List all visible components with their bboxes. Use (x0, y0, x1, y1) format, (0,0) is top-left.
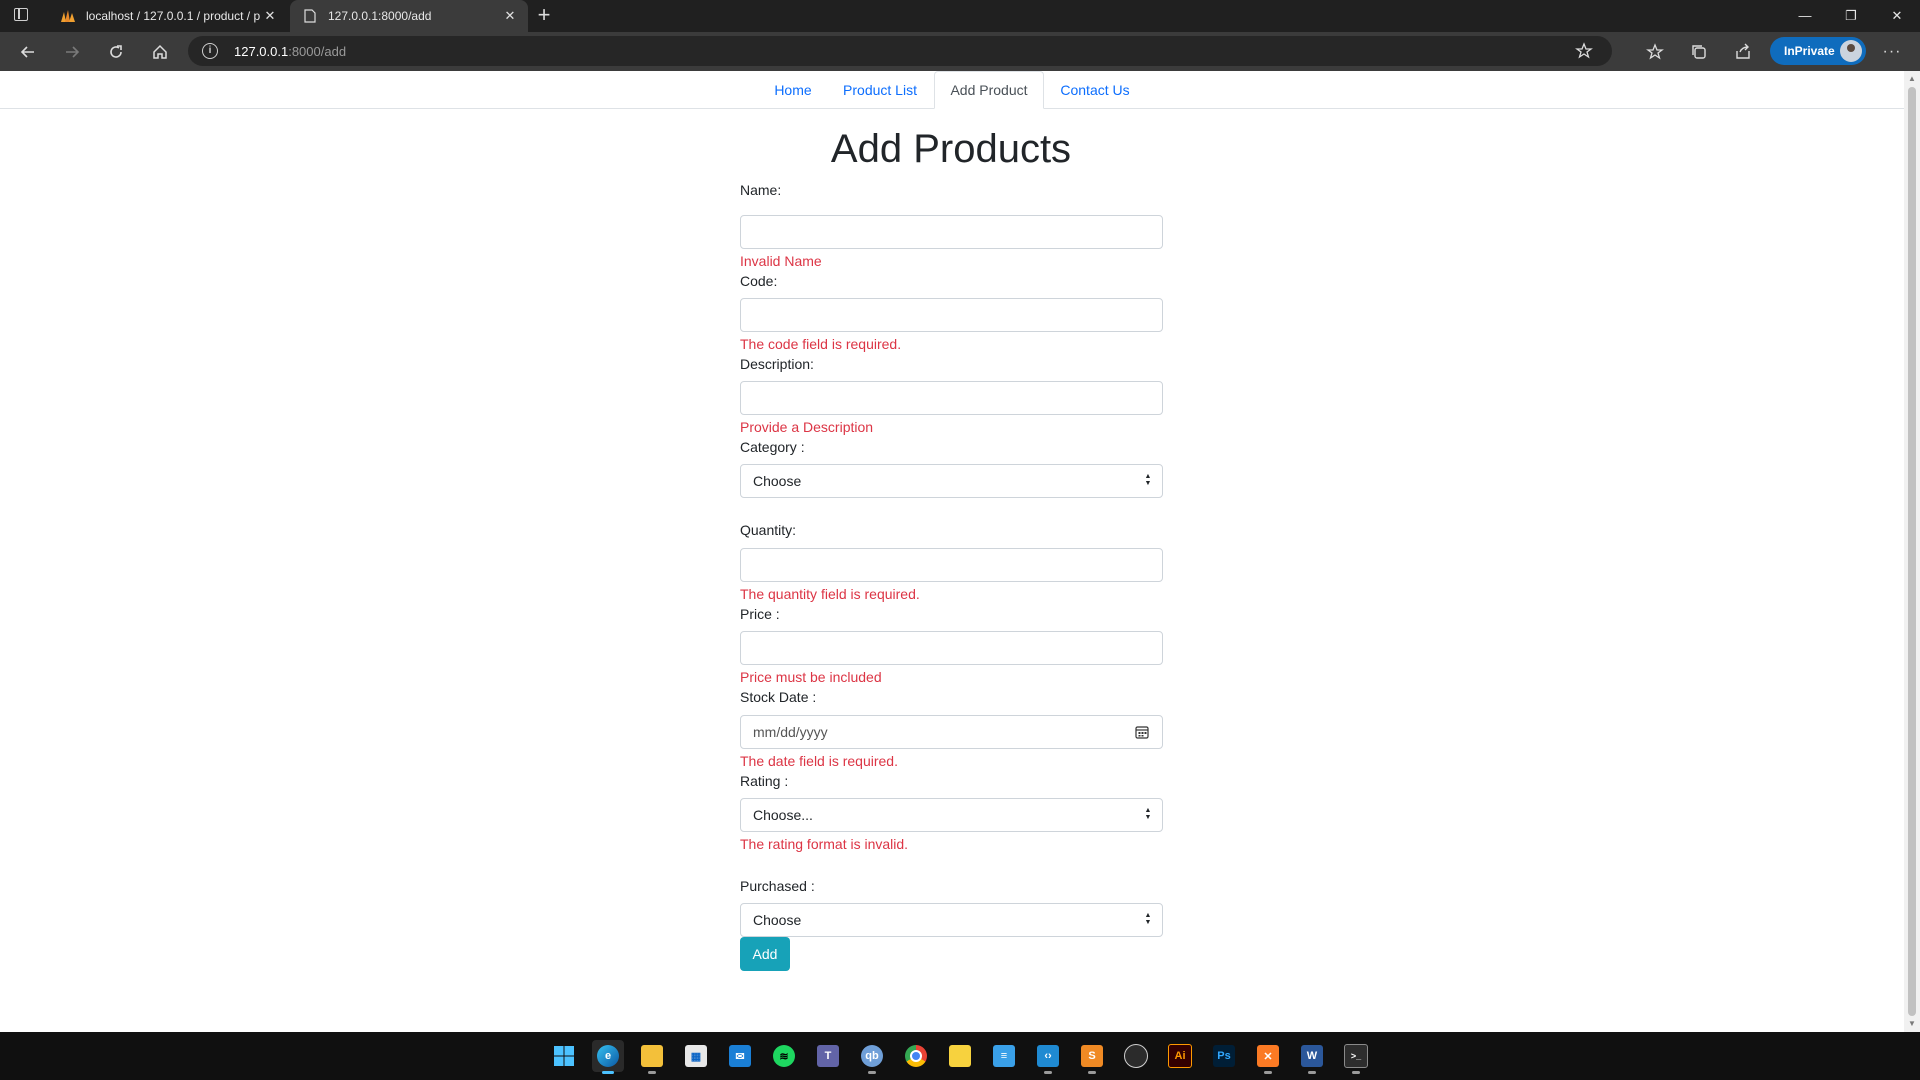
url-host: 127.0.0.1 (234, 43, 289, 59)
stock-date-error: The date field is required. (740, 753, 898, 769)
terminal-icon[interactable]: >_ (1340, 1040, 1372, 1074)
close-tab-icon[interactable]: ✕ (262, 8, 278, 24)
browser-tab-bar: localhost / 127.0.0.1 / product / p ✕ 12… (0, 0, 1920, 32)
code-input[interactable] (740, 298, 1163, 332)
code-label: Code: (740, 273, 778, 289)
nav-add-product[interactable]: Add Product (934, 71, 1044, 109)
nav-home[interactable]: Home (762, 71, 824, 108)
notepad-icon[interactable]: ≡ (988, 1040, 1020, 1072)
illustrator-icon[interactable]: Ai (1164, 1040, 1196, 1072)
browser-tab-phpmyadmin[interactable]: localhost / 127.0.0.1 / product / p ✕ (48, 0, 288, 32)
sublime-text-icon[interactable]: S (1076, 1040, 1108, 1074)
price-label: Price : (740, 606, 780, 622)
name-error: Invalid Name (740, 253, 822, 269)
windows-taskbar: e ▦ ✉ ≋ T qb ≡ ‹› S Ai Ps ✕ W >_ (0, 1032, 1920, 1080)
xampp-icon[interactable]: ✕ (1252, 1040, 1284, 1074)
new-tab-button[interactable]: + (532, 4, 556, 28)
url-path: :8000/add (288, 43, 347, 59)
quantity-label: Quantity: (740, 522, 797, 538)
nav-tabs: Home Product List Add Product Contact Us (0, 71, 1904, 109)
nav-contact-us[interactable]: Contact Us (1050, 71, 1140, 108)
code-error: The code field is required. (740, 336, 902, 352)
mail-icon[interactable]: ✉ (724, 1040, 756, 1072)
forward-icon[interactable] (60, 40, 84, 64)
page-scrollbar[interactable]: ▲ ▼ (1904, 71, 1920, 1032)
add-button[interactable]: Add (740, 937, 790, 971)
price-error: Price must be included (740, 669, 882, 685)
minimize-icon[interactable]: — (1782, 0, 1828, 32)
browser-tab-add[interactable]: 127.0.0.1:8000/add ✕ (290, 0, 528, 32)
tab-title: localhost / 127.0.0.1 / product / p (86, 9, 261, 23)
sticky-notes-icon[interactable] (944, 1040, 976, 1072)
page-viewport: Home Product List Add Product Contact Us… (0, 71, 1904, 1032)
scroll-up-icon[interactable]: ▲ (1904, 71, 1920, 87)
purchased-selected-value: Choose (753, 912, 802, 928)
teams-icon[interactable]: T (812, 1040, 844, 1072)
browser-toolbar: i 127.0.0.1:8000/add InPrivate ··· (0, 32, 1920, 71)
windows-start-icon[interactable] (548, 1040, 580, 1072)
description-input[interactable] (740, 381, 1163, 415)
page-icon (302, 8, 318, 24)
purchased-label: Purchased : (740, 878, 815, 894)
stock-date-input[interactable]: mm/dd/yyyy (740, 715, 1163, 749)
vscode-icon[interactable]: ‹› (1032, 1040, 1064, 1074)
inprivate-button[interactable]: InPrivate (1770, 37, 1866, 65)
purchased-select[interactable]: Choose ▲ ▼ (740, 903, 1163, 937)
restore-icon[interactable]: ❐ (1828, 0, 1874, 32)
add-favorite-icon[interactable] (1572, 39, 1596, 63)
favorites-icon[interactable] (1643, 40, 1667, 64)
calendar-icon[interactable] (1135, 725, 1149, 739)
description-error: Provide a Description (740, 419, 874, 435)
close-tab-icon[interactable]: ✕ (502, 8, 518, 24)
stock-date-label: Stock Date : (740, 689, 817, 705)
scroll-down-icon[interactable]: ▼ (1904, 1016, 1920, 1032)
share-icon[interactable] (1731, 40, 1755, 64)
name-input[interactable] (740, 215, 1163, 249)
address-bar[interactable]: i 127.0.0.1:8000/add (188, 36, 1612, 66)
refresh-icon[interactable] (104, 40, 128, 64)
inprivate-label: InPrivate (1784, 44, 1835, 58)
phpmyadmin-icon (60, 8, 76, 24)
price-input[interactable] (740, 631, 1163, 665)
profile-avatar-icon (1840, 40, 1862, 62)
tab-title: 127.0.0.1:8000/add (328, 9, 432, 23)
description-label: Description: (740, 356, 814, 372)
nav-product-list[interactable]: Product List (832, 71, 928, 108)
window-close-icon[interactable]: ✕ (1874, 0, 1920, 32)
select-caret-icon: ▲ ▼ (1144, 473, 1152, 487)
rating-select[interactable]: Choose... ▲ ▼ (740, 798, 1163, 832)
select-caret-icon: ▲ ▼ (1144, 912, 1152, 926)
back-icon[interactable] (16, 40, 40, 64)
rating-label: Rating : (740, 773, 789, 789)
quantity-error: The quantity field is required. (740, 586, 920, 602)
word-icon[interactable]: W (1296, 1040, 1328, 1074)
qbittorrent-icon[interactable]: qb (856, 1040, 888, 1074)
category-selected-value: Choose (753, 473, 802, 489)
microsoft-store-icon[interactable]: ▦ (680, 1040, 712, 1072)
home-icon[interactable] (148, 40, 172, 64)
edge-icon[interactable]: e (592, 1040, 624, 1074)
spotify-icon[interactable]: ≋ (768, 1040, 800, 1072)
obs-icon[interactable] (1120, 1040, 1152, 1072)
name-label: Name: (740, 182, 782, 198)
page-title: Add Products (830, 127, 1072, 171)
select-caret-icon: ▲ ▼ (1144, 807, 1152, 821)
category-label: Category : (740, 439, 805, 455)
collections-icon[interactable] (1687, 40, 1711, 64)
tab-actions-icon[interactable] (14, 8, 28, 21)
site-info-icon[interactable]: i (202, 43, 218, 59)
category-select[interactable]: Choose ▲ ▼ (740, 464, 1163, 498)
more-options-icon[interactable]: ··· (1880, 40, 1904, 64)
stock-date-placeholder: mm/dd/yyyy (753, 724, 828, 740)
quantity-input[interactable] (740, 548, 1163, 582)
rating-error: The rating format is invalid. (740, 836, 909, 852)
rating-selected-value: Choose... (753, 807, 813, 823)
file-explorer-icon[interactable] (636, 1040, 668, 1074)
photoshop-icon[interactable]: Ps (1208, 1040, 1240, 1072)
scrollbar-thumb[interactable] (1908, 87, 1916, 1016)
chrome-icon[interactable] (900, 1040, 932, 1072)
